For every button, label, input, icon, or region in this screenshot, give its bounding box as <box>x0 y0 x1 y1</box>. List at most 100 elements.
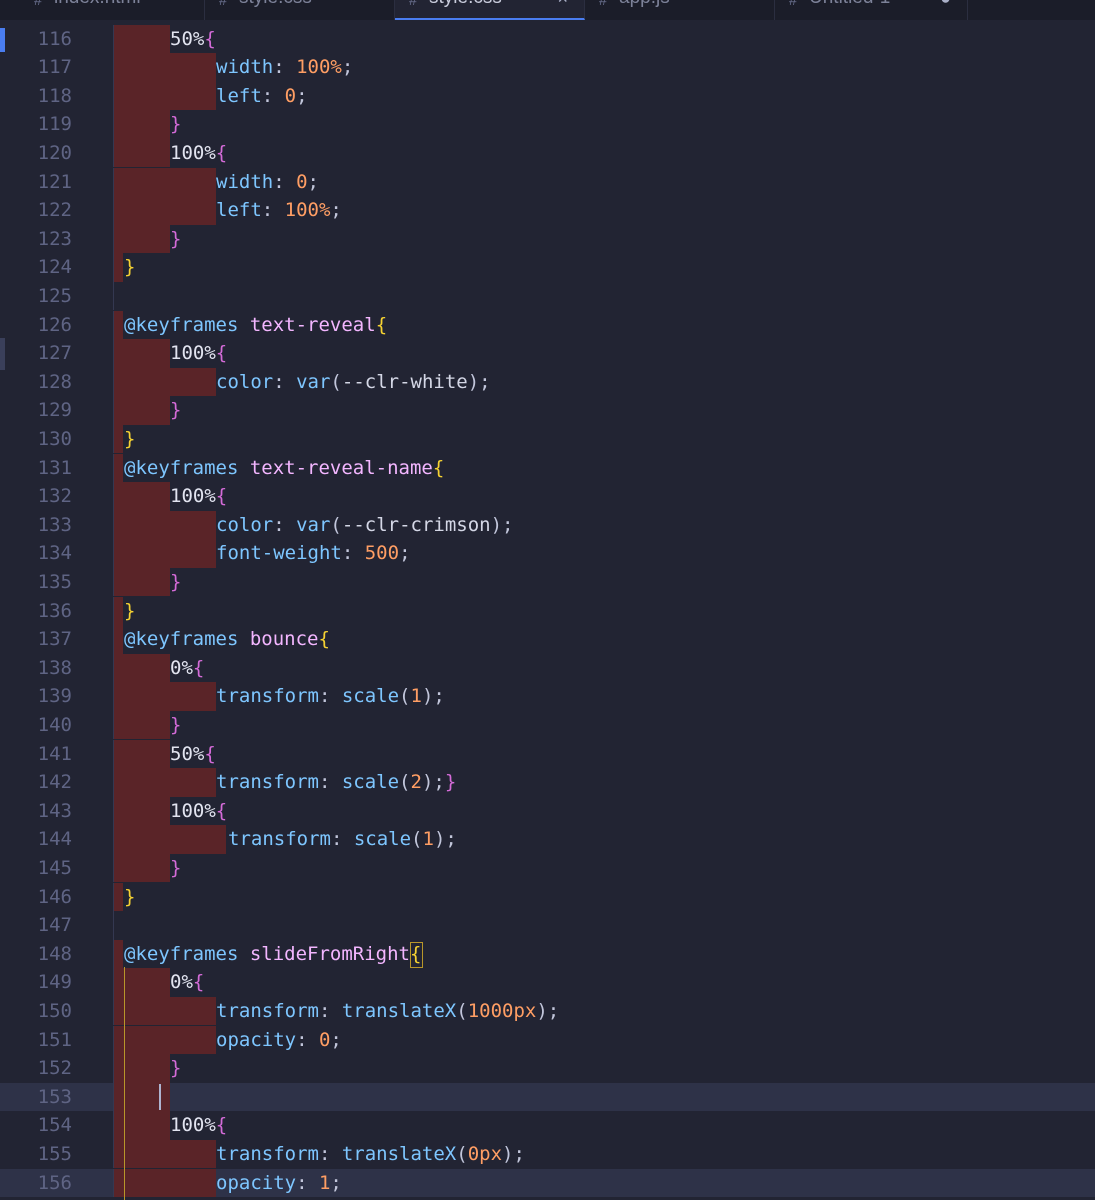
code-editor[interactable]: #index.html#style.css#style.css×#app.js#… <box>0 0 1095 1200</box>
code-line[interactable]: 117 width: 100%; <box>0 53 1095 82</box>
tab-4[interactable]: #app.js <box>585 0 775 20</box>
code-text[interactable]: } <box>170 711 181 740</box>
code-text[interactable]: color: var(--clr-white); <box>216 368 491 397</box>
unsaved-dot-icon[interactable]: ● <box>940 0 951 8</box>
tab-1[interactable]: #index.html <box>20 0 205 20</box>
indent-error-highlight <box>113 339 170 368</box>
code-text[interactable]: transform: translateX(0px); <box>216 1140 525 1169</box>
code-text[interactable]: 100%{ <box>170 1111 227 1140</box>
line-number: 147 <box>37 914 72 937</box>
code-line[interactable]: 127 100%{ <box>0 339 1095 368</box>
code-line[interactable]: 147 <box>0 911 1095 940</box>
code-text[interactable]: } <box>170 1054 181 1083</box>
indent-guide <box>113 339 114 368</box>
code-line[interactable]: 138 0%{ <box>0 653 1095 683</box>
code-line[interactable]: 136} <box>0 596 1095 626</box>
code-text[interactable]: 0%{ <box>170 968 204 997</box>
code-line[interactable]: 142 transform: scale(2);} <box>0 768 1095 797</box>
code-line[interactable]: 149 0%{ <box>0 968 1095 997</box>
tab-5[interactable]: #Untitled-1● <box>775 0 968 20</box>
tab-label: Untitled-1 <box>775 0 890 8</box>
code-line[interactable]: 131 @keyframes text-reveal-name{ <box>0 453 1095 483</box>
code-line[interactable]: 153 <box>0 1082 1095 1112</box>
code-text[interactable]: 100%{ <box>170 139 227 168</box>
code-text[interactable]: } <box>170 110 181 139</box>
code-line[interactable]: 143 100%{ <box>0 796 1095 826</box>
code-text[interactable]: 100%{ <box>170 482 227 511</box>
code-token: transform <box>216 771 319 794</box>
code-line[interactable]: 129} <box>0 396 1095 425</box>
code-line[interactable]: 132 100%{ <box>0 482 1095 511</box>
code-text[interactable]: } <box>124 425 135 454</box>
code-line[interactable]: 128 color: var(--clr-white); <box>0 367 1095 397</box>
code-text[interactable]: width: 0; <box>216 168 319 197</box>
code-line[interactable]: 126 @keyframes text-reveal{ <box>0 310 1095 340</box>
code-line[interactable]: 139 transform: scale(1); <box>0 682 1095 711</box>
code-line[interactable]: 123} <box>0 224 1095 254</box>
code-text[interactable]: transform: scale(1); <box>216 682 445 711</box>
code-line[interactable]: 152} <box>0 1054 1095 1083</box>
line-number: 136 <box>37 599 72 622</box>
line-number: 132 <box>37 485 72 508</box>
code-text[interactable]: transform: translateX(1000px); <box>216 997 559 1026</box>
code-text[interactable]: 50%{ <box>170 25 216 54</box>
code-text[interactable]: } <box>170 396 181 425</box>
code-text[interactable]: } <box>124 253 135 282</box>
code-text[interactable]: @keyframes text-reveal{ <box>124 311 387 340</box>
close-tab-icon[interactable]: × <box>557 0 568 8</box>
code-line[interactable]: 156 opacity: 1; <box>0 1168 1095 1198</box>
code-token: { <box>215 1114 228 1137</box>
code-line[interactable]: 120 100%{ <box>0 138 1095 168</box>
code-line[interactable]: 133 color: var(--clr-crimson); <box>0 510 1095 540</box>
code-text[interactable]: } <box>170 225 181 254</box>
code-line[interactable]: 154 100%{ <box>0 1111 1095 1140</box>
code-line[interactable]: 140} <box>0 710 1095 740</box>
code-line[interactable]: 116 50%{ <box>0 24 1095 54</box>
tab-2[interactable]: #style.css <box>205 0 395 20</box>
code-text[interactable]: color: var(--clr-crimson); <box>216 511 513 540</box>
code-line[interactable]: 118 left: 0; <box>0 81 1095 111</box>
code-line[interactable]: 151 opacity: 0; <box>0 1025 1095 1055</box>
code-text[interactable]: transform: scale(2);} <box>216 768 456 797</box>
code-text[interactable]: } <box>170 854 181 883</box>
code-text[interactable]: left: 0; <box>216 82 308 111</box>
code-token: 1000px <box>467 999 537 1022</box>
code-line[interactable]: 122 left: 100%; <box>0 196 1095 225</box>
code-text[interactable]: opacity: 0; <box>216 1026 342 1055</box>
code-token: var <box>296 370 331 393</box>
code-token: 100% <box>170 1114 216 1137</box>
indent-guide <box>113 739 114 769</box>
code-line[interactable]: 121 width: 0; <box>0 167 1095 197</box>
code-text[interactable]: @keyframes slideFromRight{ <box>124 940 421 969</box>
code-line[interactable]: 144 transform: scale(1); <box>0 825 1095 854</box>
code-text[interactable]: left: 100%; <box>216 196 342 225</box>
code-text[interactable]: width: 100%; <box>216 53 353 82</box>
code-text[interactable]: 0%{ <box>170 654 204 683</box>
code-text[interactable]: font-weight: 500; <box>216 539 411 568</box>
code-text[interactable]: transform: scale(1); <box>228 825 457 854</box>
code-line[interactable]: 137 @keyframes bounce{ <box>0 625 1095 654</box>
code-text[interactable]: @keyframes bounce{ <box>124 625 330 654</box>
code-text[interactable]: } <box>124 883 135 912</box>
code-text[interactable]: 100%{ <box>170 797 227 826</box>
code-line[interactable]: 145} <box>0 853 1095 883</box>
code-line[interactable]: 125 <box>0 281 1095 311</box>
code-line[interactable]: 148 @keyframes slideFromRight{ <box>0 939 1095 969</box>
code-line[interactable]: 146} <box>0 882 1095 912</box>
code-line[interactable]: 119} <box>0 110 1095 139</box>
code-text[interactable]: } <box>124 597 135 626</box>
code-text[interactable]: 100%{ <box>170 339 227 368</box>
code-line[interactable]: 124} <box>0 253 1095 282</box>
code-line[interactable]: 130} <box>0 424 1095 454</box>
code-line[interactable]: 141 50%{ <box>0 739 1095 769</box>
code-text[interactable]: 50%{ <box>170 740 216 769</box>
tab-3[interactable]: #style.css× <box>395 0 585 20</box>
code-text[interactable]: @keyframes text-reveal-name{ <box>124 454 444 483</box>
code-line[interactable]: 135} <box>0 567 1095 597</box>
indent-guide <box>113 1168 114 1198</box>
code-line[interactable]: 150 transform: translateX(1000px); <box>0 996 1095 1026</box>
code-line[interactable]: 155 transform: translateX(0px); <box>0 1139 1095 1169</box>
code-text[interactable]: opacity: 1; <box>216 1169 342 1198</box>
code-line[interactable]: 134 font-weight: 500; <box>0 539 1095 568</box>
code-text[interactable]: } <box>170 568 181 597</box>
